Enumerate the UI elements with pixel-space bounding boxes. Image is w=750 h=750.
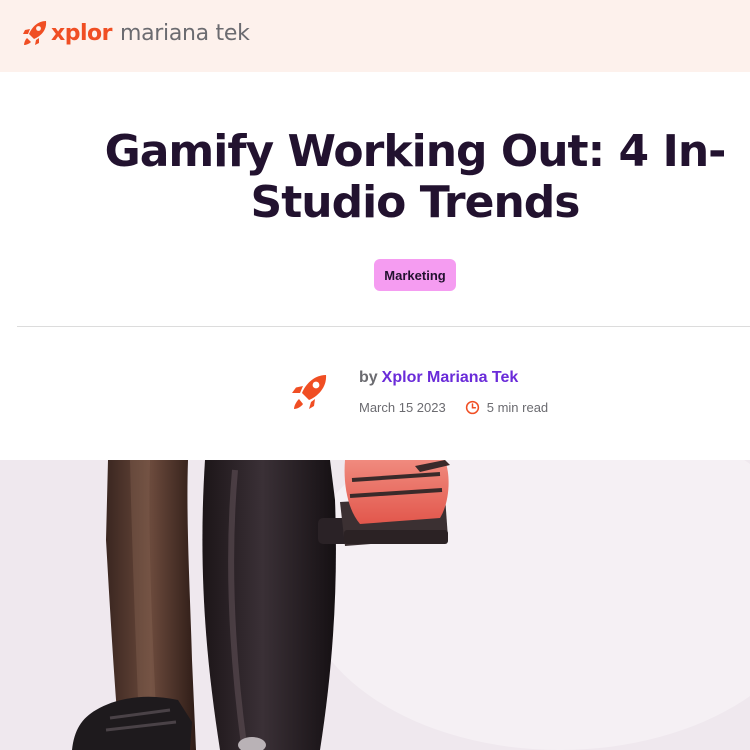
logo-product-text: mariana tek — [119, 20, 250, 46]
divider — [17, 326, 750, 327]
publish-date: March 15 2023 — [359, 399, 446, 415]
by-label: by — [359, 369, 378, 386]
rocket-icon — [23, 21, 47, 45]
read-time: 5 min read — [486, 399, 549, 415]
article-meta: March 15 2023 5 min read — [359, 398, 548, 416]
byline: by Xplor Mariana Tek — [359, 367, 518, 389]
author-avatar — [292, 375, 327, 409]
author-link[interactable]: Xplor Mariana Tek — [382, 369, 519, 387]
hero-illustration — [0, 460, 750, 750]
clock-icon — [465, 400, 479, 414]
site-header: xplor mariana tek — [0, 0, 750, 72]
site-logo[interactable]: xplor mariana tek — [22, 17, 250, 49]
category-tag[interactable]: Marketing — [374, 259, 456, 291]
rocket-icon — [292, 375, 327, 409]
article-title: Gamify Working Out: 4 In-Studio Trends — [104, 126, 727, 228]
logo-brand-text: xplor — [51, 20, 112, 46]
hero-image — [0, 460, 750, 750]
